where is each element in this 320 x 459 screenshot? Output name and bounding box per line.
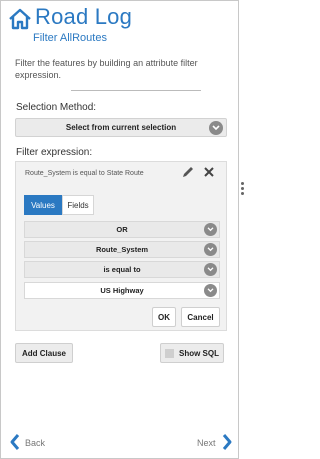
home-icon[interactable] bbox=[8, 7, 32, 31]
page-subtitle: Filter AllRoutes bbox=[33, 32, 107, 44]
expression-field-value: Route_System bbox=[95, 245, 149, 254]
instructions-text: Filter the features by building an attri… bbox=[15, 58, 198, 80]
chevron-down-icon[interactable] bbox=[204, 284, 217, 297]
chevron-right-icon[interactable] bbox=[221, 433, 233, 451]
drag-handle[interactable] bbox=[241, 182, 245, 197]
show-sql-checkbox[interactable] bbox=[165, 348, 174, 358]
chevron-down-icon[interactable] bbox=[209, 121, 223, 135]
expression-value-value: US Highway bbox=[100, 286, 144, 295]
chevron-down-icon[interactable] bbox=[204, 263, 217, 276]
expression-operator-select[interactable]: is equal to bbox=[24, 261, 220, 278]
expression-connector-select[interactable]: OR bbox=[24, 221, 220, 238]
selection-method-value: Select from current selection bbox=[65, 123, 177, 132]
chevron-left-icon[interactable] bbox=[9, 433, 21, 451]
filter-expression-label: Filter expression: bbox=[16, 147, 93, 158]
back-button[interactable]: Back bbox=[25, 438, 45, 448]
add-clause-button[interactable]: Add Clause bbox=[15, 343, 73, 363]
next-button[interactable]: Next bbox=[197, 438, 216, 448]
app-frame: Road Log Filter AllRoutes Filter the fea… bbox=[0, 0, 239, 459]
filter-expression-panel: Route_System is equal to State Route Val… bbox=[15, 161, 227, 331]
pencil-icon[interactable] bbox=[181, 165, 195, 179]
filter-expression-text: Route_System is equal to State Route bbox=[25, 170, 144, 177]
chevron-down-icon[interactable] bbox=[204, 223, 217, 236]
selection-method-select[interactable]: Select from current selection bbox=[15, 118, 227, 137]
expression-operator-value: is equal to bbox=[103, 265, 141, 274]
show-sql-toggle[interactable]: Show SQL bbox=[160, 343, 224, 363]
tab-fields[interactable]: Fields bbox=[62, 195, 94, 215]
close-icon[interactable] bbox=[203, 166, 215, 178]
tab-values[interactable]: Values bbox=[24, 195, 62, 215]
show-sql-label: Show SQL bbox=[179, 348, 219, 358]
expression-value-select[interactable]: US Highway bbox=[24, 282, 220, 299]
expression-connector-value: OR bbox=[116, 225, 128, 234]
ok-button[interactable]: OK bbox=[152, 307, 176, 327]
selection-method-label: Selection Method: bbox=[16, 102, 97, 113]
divider bbox=[71, 90, 201, 91]
page-title: Road Log bbox=[35, 4, 133, 29]
chevron-down-icon[interactable] bbox=[204, 243, 217, 256]
cancel-button[interactable]: Cancel bbox=[181, 307, 220, 327]
header: Road Log Filter AllRoutes bbox=[8, 4, 233, 47]
expression-field-select[interactable]: Route_System bbox=[24, 241, 220, 258]
